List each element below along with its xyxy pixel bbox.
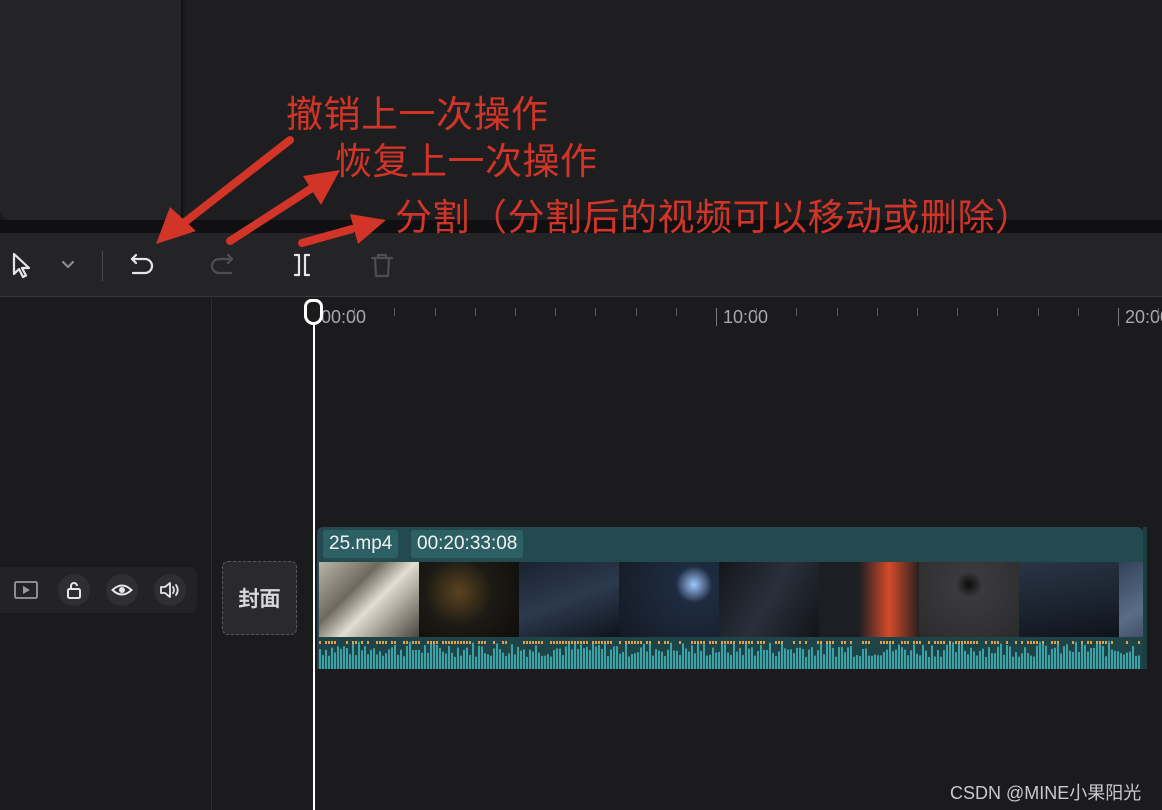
split-annotation: 分割（分割后的视频可以移动或删除） — [395, 196, 1033, 239]
clip-filename: 25.mp4 — [323, 530, 399, 558]
ruler-minor-tick — [957, 308, 958, 316]
video-track-icon[interactable] — [10, 574, 42, 606]
ruler-minor-tick — [796, 308, 797, 316]
ruler-minor-tick — [394, 308, 395, 316]
undo-annotation: 撤销上一次操作 — [286, 93, 549, 136]
thumbnail-figure — [719, 562, 819, 637]
ruler-label-10: 10:00 — [723, 307, 769, 327]
cover-button[interactable]: 封面 — [222, 561, 297, 635]
chevron-down-icon[interactable] — [52, 249, 84, 281]
delete-button[interactable] — [366, 249, 398, 281]
trash-icon — [370, 253, 394, 278]
thumbnail-dark — [419, 562, 519, 637]
track-header-column — [0, 298, 212, 810]
playhead-line[interactable] — [313, 312, 315, 810]
video-clip[interactable]: 25.mp4 00:20:33:08 — [317, 527, 1143, 669]
ruler-minor-tick — [1158, 308, 1159, 316]
ruler-minor-tick — [475, 308, 476, 316]
thumbnail-creature — [1119, 562, 1143, 637]
ruler-major-tick — [716, 308, 717, 326]
redo-icon — [210, 253, 234, 275]
thumbnail-red — [819, 562, 919, 637]
media-panel — [0, 0, 183, 220]
time-ruler[interactable]: 00:00 10:00 20:00 — [213, 298, 1162, 338]
undo-icon — [130, 253, 154, 275]
ruler-minor-tick — [435, 308, 436, 316]
ruler-minor-tick — [354, 308, 355, 316]
timeline-toolbar — [0, 233, 1162, 297]
thumbnail-cave — [519, 562, 619, 637]
split-icon — [293, 253, 311, 277]
watermark: CSDN @MINE小果阳光 — [950, 783, 1142, 803]
pointer-icon[interactable] — [6, 249, 38, 281]
ruler-minor-tick — [997, 308, 998, 316]
thumbnail-ruins — [1019, 562, 1119, 637]
redo-button[interactable] — [206, 249, 238, 281]
ruler-minor-tick — [917, 308, 918, 316]
ruler-minor-tick — [515, 308, 516, 316]
eye-icon[interactable] — [106, 574, 138, 606]
playhead-handle[interactable] — [304, 299, 323, 325]
ruler-minor-tick — [1038, 308, 1039, 316]
ruler-minor-tick — [1078, 308, 1079, 316]
toolbar-separator — [102, 251, 103, 281]
ruler-minor-tick — [636, 308, 637, 316]
ruler-minor-tick — [595, 308, 596, 316]
volume-icon[interactable] — [154, 574, 186, 606]
ruler-minor-tick — [756, 308, 757, 316]
thumbnail-light — [619, 562, 719, 637]
ruler-minor-tick — [555, 308, 556, 316]
lock-icon[interactable] — [58, 574, 90, 606]
audio-waveform — [317, 637, 1143, 669]
ruler-major-tick — [1118, 308, 1119, 326]
split-button[interactable] — [286, 249, 318, 281]
editor-window: 封面 00:00 10:00 20:00 25.mp4 00:20:33:08 … — [0, 0, 1162, 810]
track-controls — [0, 567, 197, 613]
clip-trim-handle[interactable] — [1143, 527, 1147, 669]
redo-annotation: 恢复上一次操作 — [335, 140, 598, 183]
ruler-label-20: 20:00 — [1125, 307, 1162, 327]
ruler-minor-tick — [676, 308, 677, 316]
clip-duration: 00:20:33:08 — [411, 530, 524, 558]
ruler-minor-tick — [877, 308, 878, 316]
clip-thumbnails — [319, 562, 1143, 637]
undo-button[interactable] — [126, 249, 158, 281]
ruler-label-0: 00:00 — [321, 307, 367, 327]
ruler-minor-tick — [837, 308, 838, 316]
thumbnail-grey — [919, 562, 1019, 637]
thumbnail-room — [319, 562, 419, 637]
